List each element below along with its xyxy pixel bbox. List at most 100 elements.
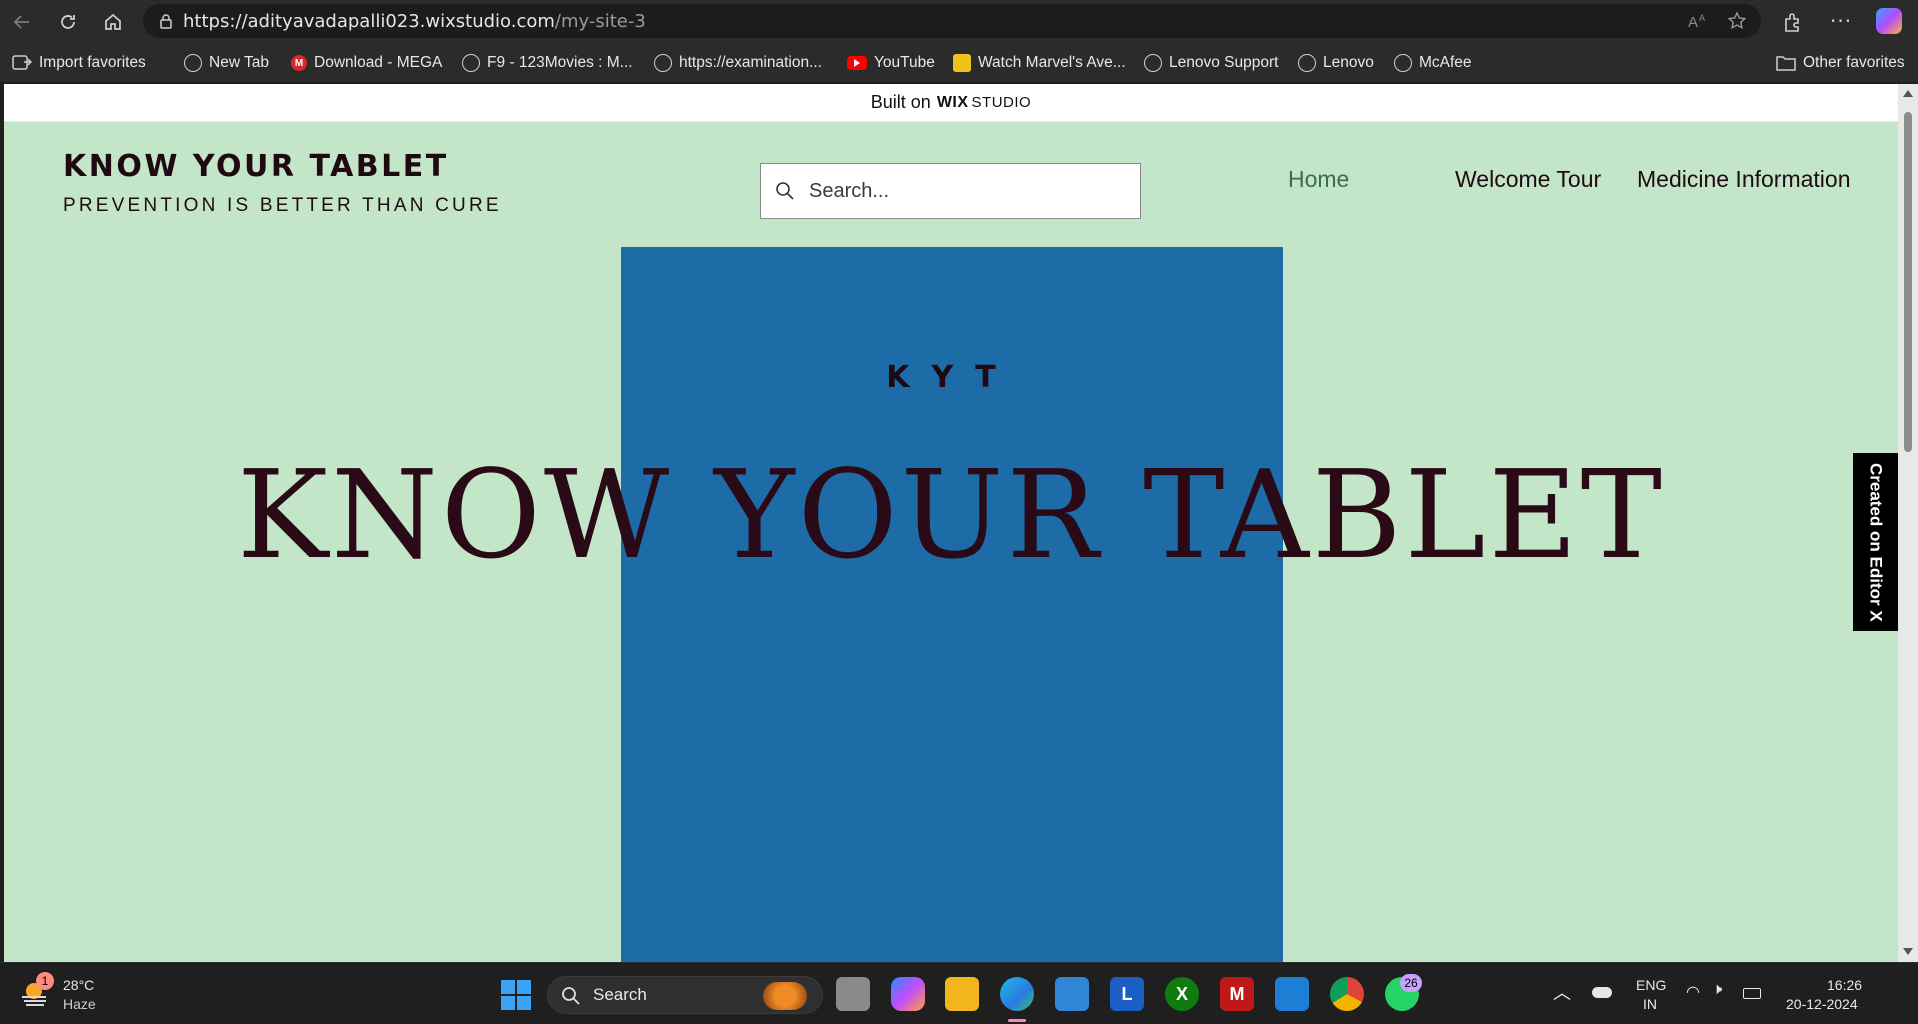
lenovo-vantage-icon[interactable]: L (1110, 977, 1144, 1011)
favorite-label: Watch Marvel's Ave... (978, 54, 1126, 71)
created-on-editor-x-badge[interactable]: Created on Editor X (1853, 453, 1898, 631)
start-windows-icon[interactable] (501, 980, 531, 1010)
onedrive-icon[interactable] (1592, 987, 1612, 998)
wix-studio-banner[interactable]: Built on WIX STUDIO (4, 84, 1898, 122)
home-button[interactable] (97, 6, 129, 38)
favorite-import[interactable]: Import favorites (12, 52, 146, 74)
url-path: /my-site-3 (554, 11, 646, 32)
language-line2[interactable]: IN (1643, 996, 1657, 1012)
globe-icon (184, 54, 202, 72)
nav-welcome-tour[interactable]: Welcome Tour (1455, 166, 1601, 193)
site-tagline: PREVENTION IS BETTER THAN CURE (63, 195, 502, 216)
site-search[interactable] (760, 163, 1141, 219)
taskbar-search-label: Search (593, 985, 647, 1004)
favorite-123movies[interactable]: F9 - 123Movies : M... (462, 52, 633, 74)
browser-toolbar: https://adityavadapalli023.wixstudio.com… (0, 0, 1918, 43)
refresh-icon (61, 15, 75, 29)
search-icon (776, 182, 794, 200)
taskbar-search[interactable]: Search (547, 976, 823, 1014)
mcafee-icon[interactable]: M (1220, 977, 1254, 1011)
folder-icon (1776, 56, 1796, 71)
chrome-icon[interactable] (1330, 977, 1364, 1011)
favorite-label: New Tab (209, 54, 270, 71)
favorite-label: Import favorites (39, 54, 146, 71)
other-favorites-label: Other favorites (1803, 54, 1905, 71)
favorite-new-tab[interactable]: New Tab (184, 52, 269, 74)
favorites-bar: Import favorites New Tab M Download - ME… (0, 43, 1918, 83)
favorite-label: Lenovo Support (1169, 54, 1279, 71)
back-arrow-icon (13, 15, 29, 29)
show-hidden-icons-chevron-icon[interactable]: ︿ (1553, 979, 1571, 1005)
favorite-label: Download - MEGA (314, 54, 443, 71)
scroll-down-icon[interactable] (1903, 948, 1913, 955)
edge-icon[interactable] (1000, 977, 1034, 1011)
read-aloud-icon[interactable]: AA (1688, 12, 1708, 30)
search-input[interactable] (809, 174, 1119, 208)
wix-logo-text: WIX (936, 93, 969, 111)
globe-icon (1298, 54, 1316, 72)
import-icon (12, 55, 32, 70)
scroll-up-icon[interactable] (1903, 90, 1913, 97)
favorite-mcafee[interactable]: McAfee (1394, 52, 1472, 74)
more-menu-icon[interactable]: ··· (1830, 9, 1852, 33)
page-scrollbar[interactable] (1898, 84, 1918, 962)
hero-blue-block (621, 247, 1283, 962)
weather-temp: 28°C (63, 977, 95, 993)
xbox-icon[interactable]: X (1165, 977, 1199, 1011)
file-explorer-icon[interactable] (945, 977, 979, 1011)
language-line1[interactable]: ENG (1636, 977, 1666, 993)
editor-badge-label: Created on Editor X (1866, 462, 1886, 622)
hero-title: KNOW YOUR TABLET (236, 444, 1665, 586)
star-favorite-icon[interactable] (1727, 11, 1747, 31)
url-text: https://adityavadapalli023.wixstudio.com… (183, 11, 646, 32)
svg-text:A: A (1688, 14, 1698, 30)
vscode-icon[interactable] (1275, 977, 1309, 1011)
favorite-label: https://examination... (679, 54, 823, 71)
weather-desc: Haze (63, 996, 96, 1012)
nav-medicine-information[interactable]: Medicine Information (1637, 166, 1851, 193)
hero-abbreviation: KYT (886, 360, 1018, 395)
globe-icon (654, 54, 672, 72)
globe-icon (1394, 54, 1412, 72)
favorite-label: F9 - 123Movies : M... (487, 54, 633, 71)
nav-home[interactable]: Home (1288, 166, 1349, 193)
copilot-icon[interactable] (1876, 8, 1902, 34)
task-view-icon[interactable] (836, 977, 870, 1011)
page-viewport: Built on WIX STUDIO KNOW YOUR TABLET PRE… (4, 84, 1898, 962)
other-favorites[interactable]: Other favorites (1776, 52, 1905, 74)
clock-date[interactable]: 20-12-2024 (1786, 996, 1858, 1012)
wifi-icon[interactable]: ◠ (1686, 982, 1700, 1002)
favorite-lenovo[interactable]: Lenovo (1298, 52, 1374, 74)
weather-badge: 1 (36, 972, 54, 990)
whatsapp-badge: 26 (1400, 974, 1422, 992)
url-host: https://adityavadapalli023.wixstudio.com (183, 11, 555, 32)
favorite-mega[interactable]: M Download - MEGA (291, 52, 442, 74)
globe-icon (462, 54, 480, 72)
weather-widget[interactable]: 1 (20, 972, 54, 1007)
favorite-label: McAfee (1419, 54, 1472, 71)
edge-active-indicator (1008, 1019, 1026, 1022)
favorite-label: YouTube (874, 54, 935, 71)
lock-icon (160, 14, 172, 29)
site-title[interactable]: KNOW YOUR TABLET (63, 149, 449, 184)
favorite-label: Lenovo (1323, 54, 1374, 71)
search-highlight-icon (763, 982, 807, 1010)
favorite-youtube[interactable]: YouTube (847, 52, 935, 74)
volume-icon[interactable]: 🕨 (1712, 981, 1722, 999)
built-on-text: Built on (870, 92, 931, 112)
favorite-examination[interactable]: https://examination... (654, 52, 822, 74)
battery-icon[interactable] (1743, 988, 1761, 999)
copilot-app-icon[interactable] (891, 977, 925, 1011)
clock-time[interactable]: 16:26 (1827, 977, 1862, 993)
back-button[interactable] (6, 6, 38, 38)
search-icon (562, 987, 580, 1005)
globe-icon (1144, 54, 1162, 72)
svg-text:A: A (1699, 13, 1705, 23)
refresh-button[interactable] (52, 6, 84, 38)
favorite-marvel[interactable]: Watch Marvel's Ave... (953, 52, 1126, 74)
address-bar[interactable]: https://adityavadapalli023.wixstudio.com… (143, 4, 1761, 38)
store-icon[interactable] (1055, 977, 1089, 1011)
scrollbar-thumb[interactable] (1904, 112, 1912, 452)
extensions-icon[interactable] (1782, 11, 1804, 33)
favorite-lenovo-support[interactable]: Lenovo Support (1144, 52, 1278, 74)
